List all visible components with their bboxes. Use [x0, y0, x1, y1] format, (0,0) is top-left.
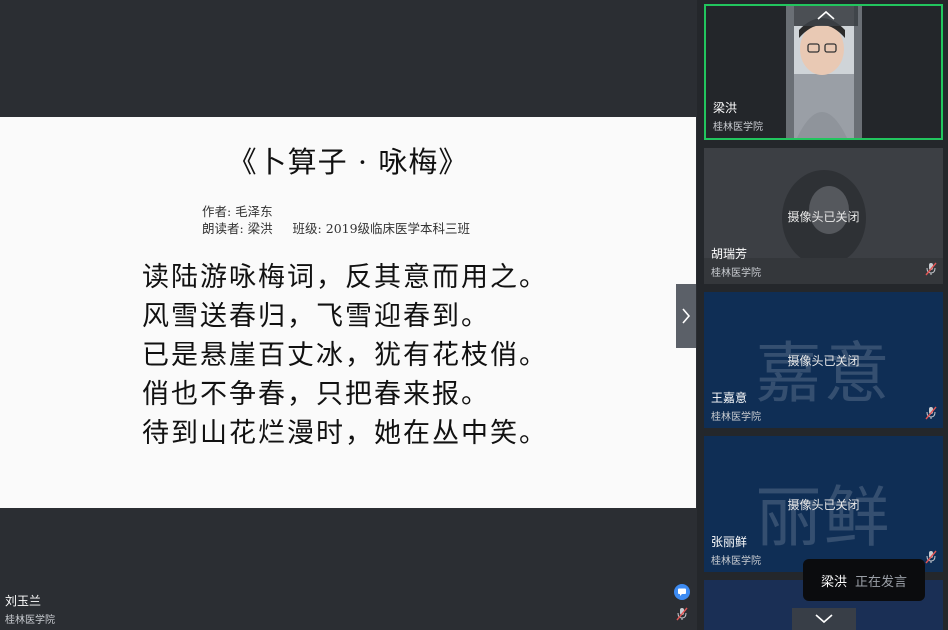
poem-line: 风雪送春归，飞雪迎春到。 [142, 301, 490, 332]
poem-line: 读陆游咏梅词，反其意而用之。 [142, 262, 548, 293]
speaker-name: 梁洪 [820, 574, 847, 590]
participant-sidebar: 梁洪 桂林医学院 摄像头已关闭 胡瑞芳 桂林医学院 嘉意 摄像头已关闭 王嘉意 … [697, 0, 948, 630]
chevron-right-icon [682, 308, 691, 324]
participant-org: 桂林医学院 [711, 556, 761, 567]
camera-off-label: 摄像头已关闭 [787, 210, 860, 224]
mic-off-icon [925, 262, 937, 276]
participant-name: 胡瑞芳 [711, 247, 748, 261]
presenter-name: 刘玉兰 [5, 594, 42, 608]
chevron-up-icon [817, 10, 835, 20]
presenter-org: 桂林医学院 [5, 615, 55, 626]
participant-tile[interactable]: 摄像头已关闭 胡瑞芳 桂林医学院 [704, 148, 943, 284]
participant-tile[interactable]: 嘉意 摄像头已关闭 王嘉意 桂林医学院 [704, 292, 943, 428]
participant-org: 桂林医学院 [713, 122, 763, 133]
mic-off-icon [925, 406, 937, 420]
chat-button[interactable] [674, 584, 690, 600]
reader-line: 朗读者: 梁洪 班级: 2019级临床医学本科三班 [202, 221, 471, 236]
participant-name: 王嘉意 [711, 391, 748, 405]
participant-tile-active[interactable]: 梁洪 桂林医学院 [704, 4, 943, 140]
slide-meta: 作者: 毛泽东朗读者: 梁洪 班级: 2019级临床医学本科三班 [202, 203, 470, 237]
collapse-list-button[interactable] [794, 6, 858, 26]
camera-off-label: 摄像头已关闭 [787, 354, 860, 368]
mic-off-icon [676, 607, 688, 621]
participant-org: 桂林医学院 [711, 412, 761, 423]
mic-off-icon [925, 550, 937, 564]
slide-title: 《卜算子 · 咏梅》 [227, 145, 469, 179]
participant-name: 张丽鲜 [711, 535, 748, 549]
speaking-status: 正在发言 [855, 574, 908, 590]
speaking-indicator: 梁洪 正在发言 [803, 559, 925, 601]
camera-off-label: 摄像头已关闭 [787, 498, 860, 512]
participant-org: 桂林医学院 [711, 268, 761, 279]
poem-line: 俏也不争春，只把春来报。 [142, 379, 490, 410]
participant-name: 梁洪 [713, 101, 738, 115]
chevron-down-icon [815, 614, 833, 624]
author-line: 作者: 毛泽东 [202, 204, 273, 219]
poem-text: 读陆游咏梅词，反其意而用之。 风雪送春归，飞雪迎春到。 已是悬崖百丈冰，犹有花枝… [142, 258, 548, 453]
shared-slide: 《卜算子 · 咏梅》 作者: 毛泽东朗读者: 梁洪 班级: 2019级临床医学本… [0, 117, 696, 508]
next-page-button[interactable] [676, 284, 696, 348]
poem-line: 已是悬崖百丈冰，犹有花枝俏。 [142, 340, 548, 371]
poem-line: 待到山花烂漫时，她在丛中笑。 [142, 418, 548, 449]
participant-tile[interactable]: 丽鲜 摄像头已关闭 张丽鲜 桂林医学院 [704, 436, 943, 572]
chat-icon [678, 588, 686, 596]
expand-list-button[interactable] [792, 608, 856, 630]
